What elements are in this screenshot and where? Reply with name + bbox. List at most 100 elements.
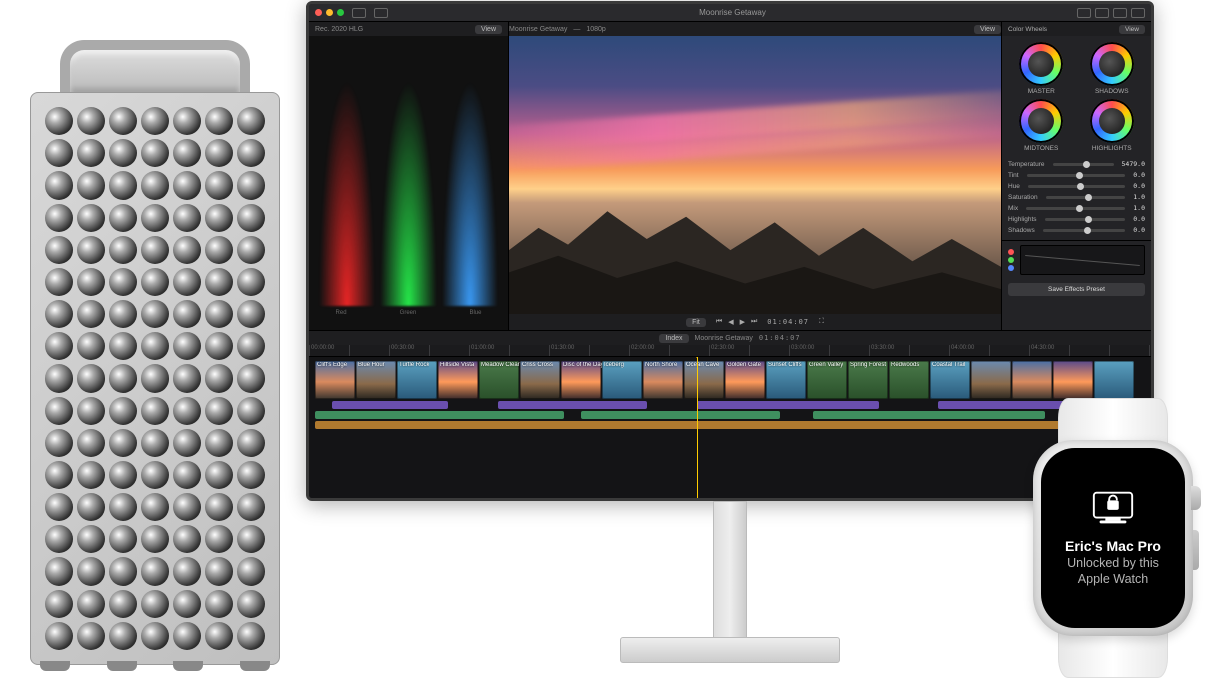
timeline-clip[interactable]: Disc of the Day — [561, 361, 601, 399]
keyword-editor-icon[interactable] — [374, 8, 388, 18]
timeline-clip[interactable]: Redwoods — [889, 361, 929, 399]
share-icon[interactable] — [1131, 8, 1145, 18]
minimize-button[interactable] — [326, 9, 333, 16]
clip-name-label: Cliff's Edge — [317, 362, 347, 368]
color-wheel-midtones[interactable]: MIDTONES — [1008, 99, 1075, 152]
timeline-clip[interactable]: Spring Forest — [848, 361, 888, 399]
timeline-clip[interactable] — [1094, 361, 1134, 399]
timeline-clip[interactable]: Turtle Rock — [397, 361, 437, 399]
inspector-view-menu[interactable]: View — [1119, 25, 1145, 34]
timeline-clip[interactable] — [1053, 361, 1093, 399]
ruler-tick: 01:00:00 — [469, 345, 549, 356]
viewer-timecode[interactable]: 01:04:07 — [767, 318, 809, 326]
digital-crown[interactable] — [1191, 486, 1201, 510]
timeline-clip[interactable]: Iceberg — [602, 361, 642, 399]
aud1-clip[interactable] — [315, 411, 564, 419]
play-backward-icon[interactable]: ◀ — [728, 318, 733, 326]
import-media-icon[interactable] — [352, 8, 366, 18]
slider-track[interactable] — [1026, 207, 1125, 210]
slider-value: 0.0 — [1133, 171, 1145, 179]
viewer-format-label: 1080p — [586, 26, 605, 33]
title-clip[interactable] — [332, 401, 448, 409]
hue-curve-editor[interactable] — [1020, 245, 1145, 275]
slider-track[interactable] — [1053, 163, 1114, 166]
viewer-view-menu[interactable]: View — [974, 25, 1001, 34]
timeline-clip[interactable]: Hillside Vista — [438, 361, 478, 399]
color-wheel-label: HIGHLIGHTS — [1092, 145, 1132, 152]
timeline-clip[interactable]: Golden Gate — [725, 361, 765, 399]
slider-track[interactable] — [1028, 185, 1125, 188]
timeline-timecode[interactable]: 01:04:07 — [759, 334, 801, 342]
slider-shadows[interactable]: Shadows0.0 — [1008, 226, 1145, 234]
parade-green-channel — [380, 80, 436, 306]
slider-track[interactable] — [1046, 196, 1126, 199]
slider-saturation[interactable]: Saturation1.0 — [1008, 193, 1145, 201]
viewer-canvas[interactable] — [509, 36, 1001, 314]
timeline-clip[interactable] — [1012, 361, 1052, 399]
save-effects-preset-button[interactable]: Save Effects Preset — [1008, 283, 1145, 296]
slider-track[interactable] — [1027, 174, 1126, 177]
slider-mix[interactable]: Mix1.0 — [1008, 204, 1145, 212]
viewer-clip-name: Moonrise Getaway — [509, 26, 567, 33]
inspector-layout-icon[interactable] — [1113, 8, 1127, 18]
timeline-layout-icon[interactable] — [1095, 8, 1109, 18]
go-to-end-icon[interactable]: ⏭ — [751, 318, 757, 326]
watch-notification-subtitle: Unlocked by this Apple Watch — [1067, 556, 1159, 587]
curve-blue-channel[interactable] — [1008, 265, 1014, 271]
slider-track[interactable] — [1043, 229, 1126, 232]
watch-side-button[interactable] — [1193, 530, 1199, 570]
timeline-ruler[interactable]: 00:00:0000:30:0001:00:0001:30:0002:00:00… — [309, 345, 1151, 357]
color-wheel-label: MASTER — [1028, 88, 1055, 95]
color-wheel-label: MIDTONES — [1024, 145, 1058, 152]
timeline-clip[interactable]: Sunset Cliffs — [766, 361, 806, 399]
slider-tint[interactable]: Tint 0.0 — [1008, 171, 1145, 179]
timeline-clip[interactable]: Cliff's Edge — [315, 361, 355, 399]
watch-screen[interactable]: Eric's Mac Pro Unlocked by this Apple Wa… — [1041, 448, 1185, 628]
zoom-fit-menu[interactable]: Fit — [686, 318, 706, 327]
aud1-clip[interactable] — [813, 411, 1045, 419]
timeline-clip[interactable]: Criss Cross — [520, 361, 560, 399]
ruler-tick: 00:00:00 — [309, 345, 389, 356]
play-icon[interactable]: ▶ — [740, 318, 745, 326]
window-titlebar: Moonrise Getaway — [309, 4, 1151, 22]
color-wheel-highlights[interactable]: HIGHLIGHTS — [1079, 99, 1146, 152]
color-wheel-master[interactable]: MASTER — [1008, 42, 1075, 95]
clip-name-label: Green Valley — [809, 362, 843, 368]
fullscreen-icon[interactable]: ⛶ — [819, 318, 824, 326]
timeline-index-button[interactable]: Index — [659, 334, 688, 343]
timeline-clip[interactable]: Green Valley — [807, 361, 847, 399]
clip-name-label: Criss Cross — [522, 362, 553, 368]
browser-layout-icon[interactable] — [1077, 8, 1091, 18]
window-controls[interactable] — [315, 9, 344, 16]
title-clip[interactable] — [498, 401, 647, 409]
timeline-clip[interactable] — [971, 361, 1011, 399]
timeline-clip[interactable]: Meadow Clearing — [479, 361, 519, 399]
scopes-view-menu[interactable]: View — [475, 25, 502, 34]
slider-highlights[interactable]: Highlights0.0 — [1008, 215, 1145, 223]
slider-value: 1.0 — [1133, 204, 1145, 212]
curve-red-channel[interactable] — [1008, 249, 1014, 255]
slider-label: Highlights — [1008, 216, 1037, 223]
slider-track[interactable] — [1045, 218, 1126, 221]
slider-hue[interactable]: Hue0.0 — [1008, 182, 1145, 190]
title-clip[interactable] — [697, 401, 880, 409]
aud2-clip[interactable] — [315, 421, 1104, 429]
slider-temperature[interactable]: Temperature5479.0 — [1008, 160, 1145, 168]
go-to-start-icon[interactable]: ⏮ — [716, 318, 722, 326]
color-wheel-shadows[interactable]: SHADOWS — [1079, 42, 1146, 95]
aud1-clip[interactable] — [581, 411, 780, 419]
watch-case: Eric's Mac Pro Unlocked by this Apple Wa… — [1033, 440, 1193, 636]
timeline-clip[interactable]: Coastal Trail — [930, 361, 970, 399]
curve-green-channel[interactable] — [1008, 257, 1014, 263]
curve-channel-selector[interactable] — [1008, 249, 1014, 271]
timeline-clip[interactable]: Blue Hour — [356, 361, 396, 399]
close-button[interactable] — [315, 9, 322, 16]
timeline-clip[interactable]: Ocean Cave — [684, 361, 724, 399]
timeline-clip[interactable]: North Shore — [643, 361, 683, 399]
zoom-button[interactable] — [337, 9, 344, 16]
playhead[interactable] — [697, 357, 698, 498]
primary-storyline[interactable]: Cliff's Edge Blue HourTurtle RockHillside… — [315, 361, 1145, 399]
color-curves-section — [1002, 240, 1151, 279]
timeline-project-name: Moonrise Getaway — [695, 335, 753, 342]
slider-label: Tint — [1008, 172, 1019, 179]
